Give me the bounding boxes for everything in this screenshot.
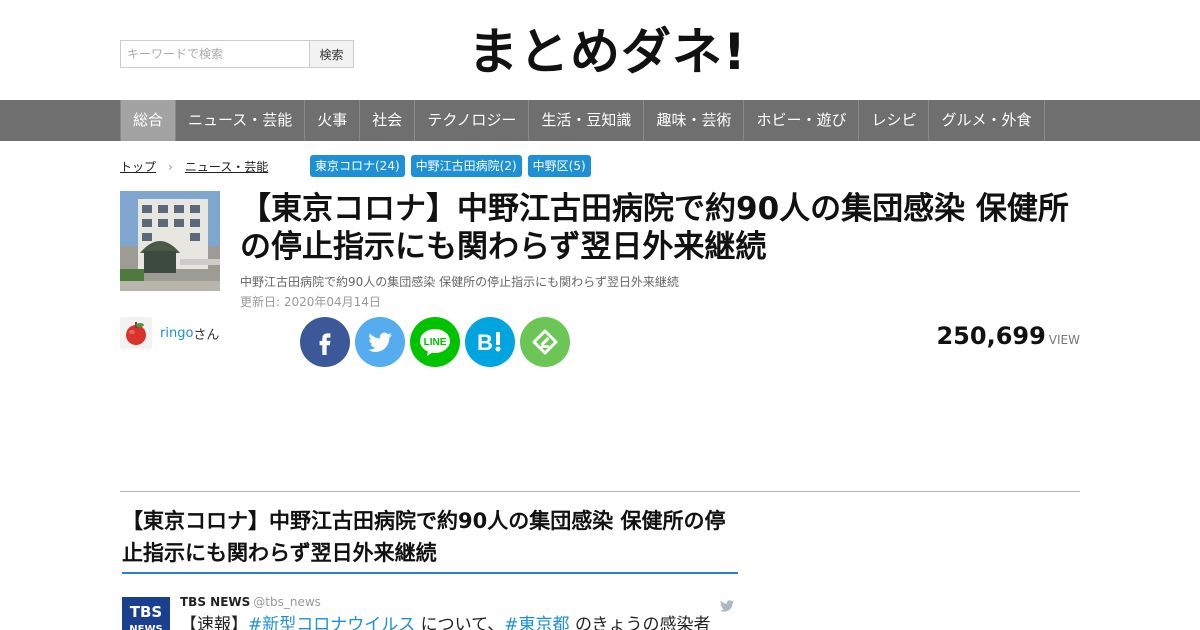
svg-text:LINE: LINE — [424, 337, 447, 348]
tweet-header: TBS NEWS @tbs_news — [180, 595, 321, 609]
tweet-hashtag-link[interactable]: #新型コロナウイルス — [248, 615, 415, 630]
tweet-avatar[interactable]: TBS NEWS — [122, 597, 170, 630]
tag-link[interactable]: 中野江古田病院(2) — [410, 155, 522, 177]
search-form: 検索 — [120, 40, 354, 68]
nav-item[interactable]: 総合 — [121, 100, 177, 141]
author: ringo さん — [120, 317, 219, 349]
twitter-icon — [368, 332, 392, 352]
share-buttons: LINE B — [300, 317, 570, 367]
nav-item[interactable]: 趣味・芸術 — [644, 100, 745, 141]
view-count-number: 250,699 — [936, 322, 1046, 350]
tweet-avatar-subtext: NEWS — [129, 624, 163, 630]
nav-item[interactable]: ホビー・遊び — [744, 100, 860, 141]
nav-item[interactable]: グルメ・外食 — [929, 100, 1045, 141]
avatar[interactable] — [120, 317, 152, 349]
line-icon: LINE — [420, 329, 450, 356]
breadcrumb-separator-icon: › — [168, 159, 173, 174]
divider — [120, 491, 1080, 492]
site-logo[interactable]: まとめダネ! — [468, 22, 747, 82]
breadcrumb: トップ › ニュース・芸能 — [120, 158, 268, 175]
tweet-author-handle[interactable]: @tbs_news — [253, 595, 321, 609]
article-updated-date: 更新日: 2020年04月14日 — [240, 295, 381, 309]
view-count: 250,699 VIEW — [936, 322, 1080, 350]
tag-link[interactable]: 中野区(5) — [527, 155, 591, 177]
section-heading: 【東京コロナ】中野江古田病院で約90人の集団感染 保健所の停止指示にも関わらず翌… — [122, 505, 738, 574]
hospital-building-image — [120, 191, 220, 291]
breadcrumb-category-link[interactable]: ニュース・芸能 — [185, 158, 268, 175]
view-count-label: VIEW — [1048, 333, 1080, 347]
nav-item[interactable]: ニュース・芸能 — [176, 100, 306, 141]
svg-text:B: B — [477, 330, 493, 355]
breadcrumb-home-link[interactable]: トップ — [120, 158, 156, 175]
facebook-share-button[interactable] — [300, 317, 350, 367]
nav-item[interactable]: 火事 — [305, 100, 361, 141]
hatena-share-button[interactable]: B — [465, 317, 515, 367]
category-nav-list: 総合 ニュース・芸能 火事 社会 テクノロジー 生活・豆知識 趣味・芸術 ホビー・遊び レシピグ… — [120, 100, 1045, 141]
tweet-author-name[interactable]: TBS NEWS — [180, 595, 250, 609]
article-description: 中野江古田病院で約90人の集団感染 保健所の停止指示にも関わらず翌日外来継続 — [240, 275, 679, 289]
nav-item[interactable]: 生活・豆知識 — [529, 100, 645, 141]
search-button[interactable]: 検索 — [309, 40, 354, 68]
category-nav: 総合 ニュース・芸能 火事 社会 テクノロジー 生活・豆知識 趣味・芸術 ホビー・遊び レシピグ… — [0, 100, 1200, 141]
tweet-body: 【速報】#新型コロナウイルス について、#東京都 のきょうの感染者 — [180, 613, 740, 630]
feedly-share-button[interactable] — [520, 317, 570, 367]
hatena-bookmark-icon: B — [477, 330, 501, 355]
author-name-link[interactable]: ringo — [160, 326, 193, 341]
tweet-text-suffix: のきょうの感染者 — [569, 615, 711, 630]
line-share-button[interactable]: LINE — [410, 317, 460, 367]
tag-list: 東京コロナ(24) 中野江古田病院(2) 中野区(5) — [310, 155, 591, 177]
tag-link[interactable]: 東京コロナ(24) — [310, 155, 405, 177]
apple-icon — [126, 322, 146, 345]
nav-item[interactable]: レシピ — [859, 100, 930, 141]
tweet-text-prefix: 【速報】 — [180, 615, 248, 630]
twitter-share-button[interactable] — [355, 317, 405, 367]
search-input[interactable] — [120, 40, 309, 68]
site-header: 検索 まとめダネ! — [0, 0, 1200, 100]
tweet-avatar-text: TBS — [129, 603, 163, 621]
tweet-text-mid: について、 — [415, 615, 505, 630]
nav-item[interactable]: テクノロジー — [415, 100, 530, 141]
facebook-icon — [319, 333, 331, 355]
nav-item[interactable]: 社会 — [360, 100, 416, 141]
tweet-hashtag-link[interactable]: #東京都 — [504, 615, 569, 630]
feedly-icon — [532, 329, 558, 355]
author-suffix: さん — [193, 327, 220, 343]
article-title: 【東京コロナ】中野江古田病院で約90人の集団感染 保健所の停止指示にも関わらず翌… — [240, 191, 1069, 265]
article-thumbnail[interactable] — [120, 191, 220, 291]
